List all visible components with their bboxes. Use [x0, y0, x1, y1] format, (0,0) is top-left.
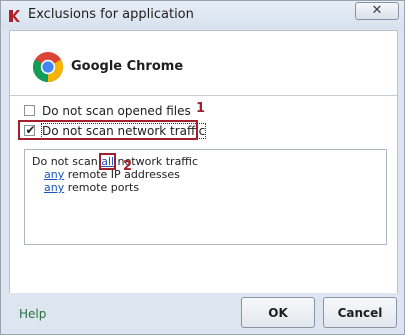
- help-link[interactable]: Help: [19, 307, 46, 321]
- footer-bar: Help OK Cancel: [1, 293, 404, 334]
- scan-files-checkbox[interactable]: [24, 105, 35, 116]
- highlight-box-1: [18, 120, 198, 140]
- rule-line-ports: any remote ports: [44, 181, 139, 194]
- kaspersky-k-icon: [9, 10, 20, 22]
- ok-button[interactable]: OK: [241, 297, 315, 328]
- ports-suffix: remote ports: [64, 181, 140, 194]
- rule-line-traffic: Do not scan all network traffic: [32, 153, 198, 170]
- close-icon: ✕: [371, 3, 383, 18]
- dialog-window: Exclusions for application ✕ Google Chro…: [0, 0, 405, 335]
- scan-files-label[interactable]: Do not scan opened files: [42, 104, 191, 118]
- title-bar[interactable]: Exclusions for application ✕: [1, 1, 404, 29]
- highlight-box-2: all: [99, 153, 117, 170]
- rule-prefix: Do not scan: [32, 155, 102, 168]
- window-title: Exclusions for application: [28, 7, 194, 22]
- app-name: Google Chrome: [71, 59, 184, 74]
- dialog-content: Google Chrome Do not scan opened files ✔…: [9, 30, 398, 294]
- all-link[interactable]: all: [101, 155, 114, 168]
- rule-line-ip: any remote IP addresses: [44, 168, 180, 181]
- close-button[interactable]: ✕: [355, 2, 399, 20]
- rules-panel: Do not scan all network traffic any remo…: [24, 149, 387, 245]
- marker-2: 2: [123, 159, 133, 174]
- marker-1: 1: [196, 101, 206, 116]
- any-ports-link[interactable]: any: [44, 181, 64, 194]
- app-header: Google Chrome: [10, 31, 397, 101]
- header-divider: [10, 95, 397, 96]
- chrome-icon: [32, 52, 64, 83]
- cancel-button[interactable]: Cancel: [323, 297, 397, 328]
- any-ip-link[interactable]: any: [44, 168, 64, 181]
